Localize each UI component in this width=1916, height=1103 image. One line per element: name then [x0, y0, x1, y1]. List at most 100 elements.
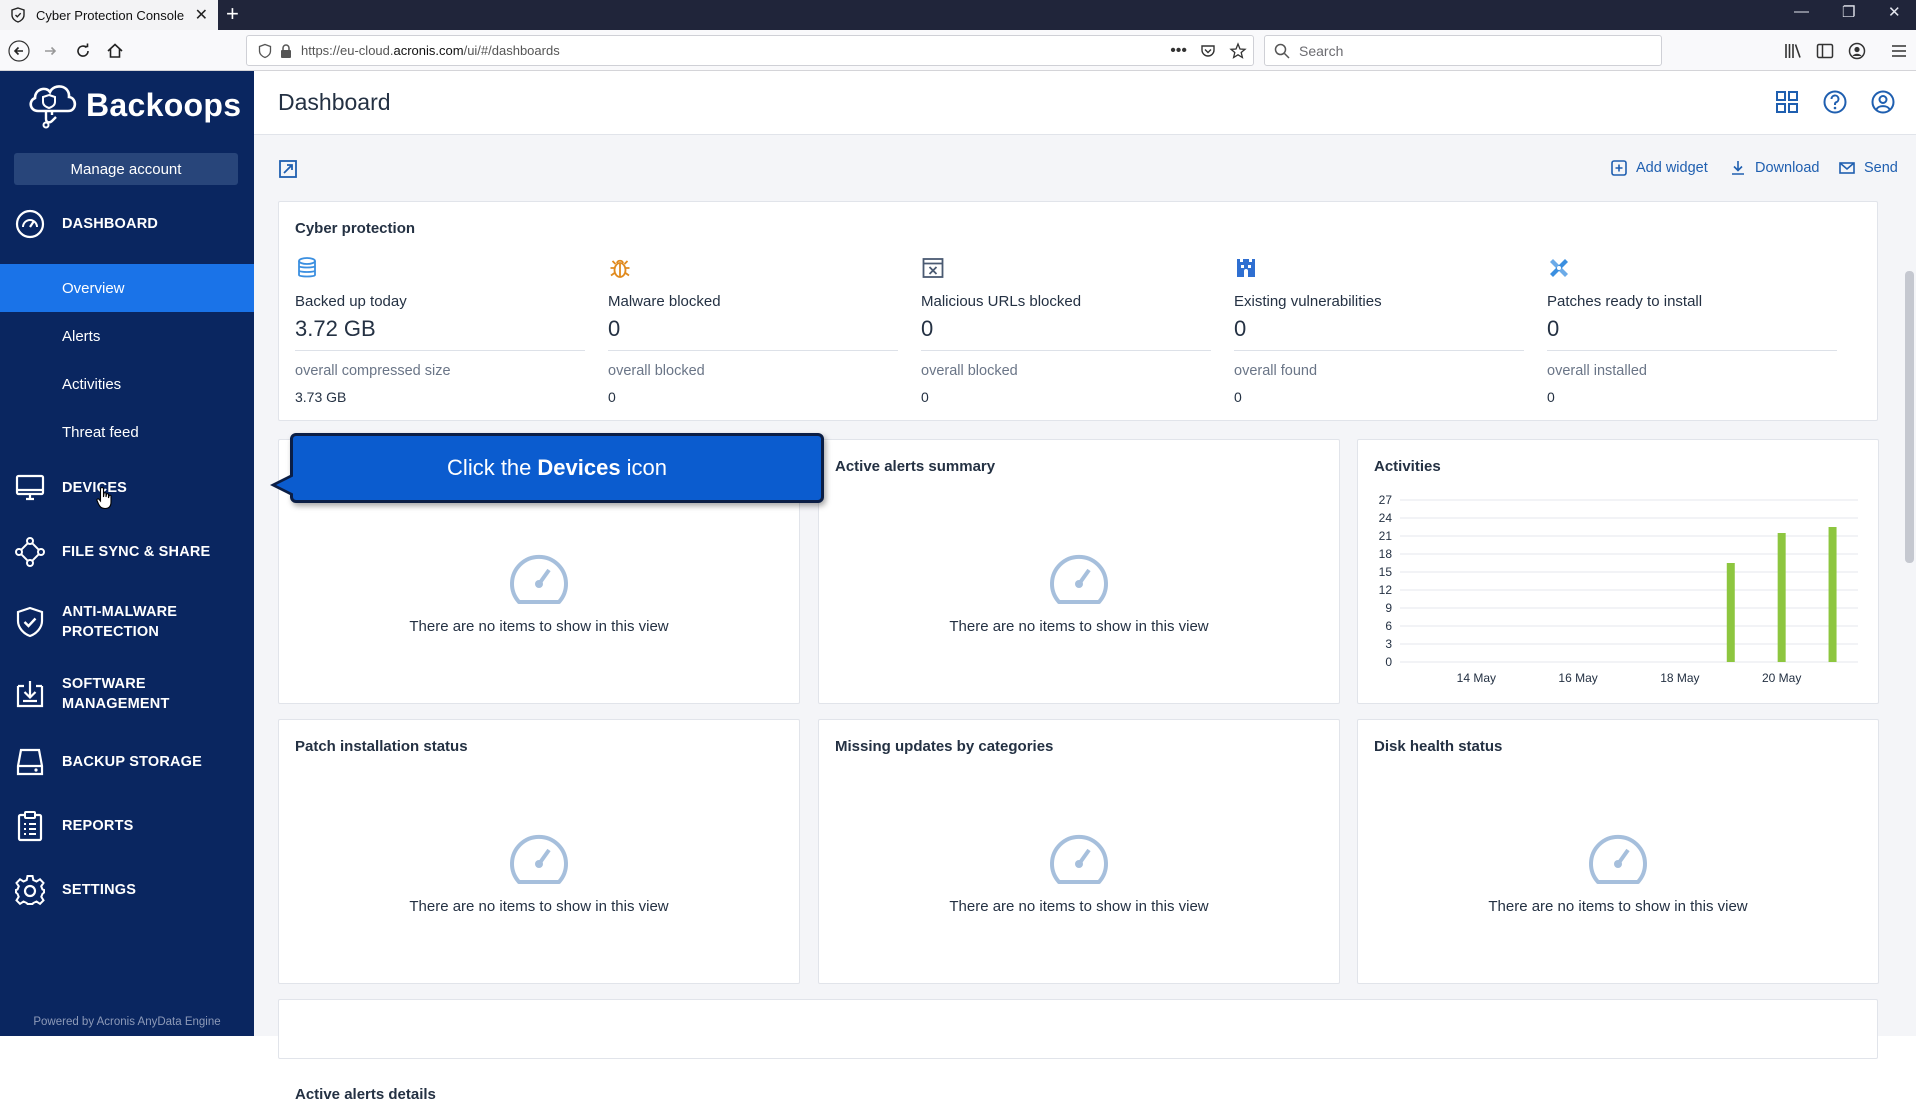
close-window-icon[interactable]: ✕ [1888, 3, 1901, 21]
sidebar-item-threat-feed[interactable]: Threat feed [0, 408, 254, 456]
stat-divider [1547, 350, 1837, 351]
stat-value: 0 [1547, 316, 1560, 341]
tracking-shield-icon[interactable] [257, 43, 273, 59]
chart-y-tick-label: 21 [1379, 529, 1393, 543]
nav-file-sync-share[interactable]: FILE SYNC & SHARE [0, 521, 254, 583]
callout-bold: Devices [537, 455, 621, 480]
nav-file-sync-label: FILE SYNC & SHARE [62, 544, 211, 560]
activities-chart[interactable]: 0 3 6 9 12 15 18 21 24 27 14 May 16 May 18 May 20 May [1358, 440, 1880, 705]
sidebar-item-activities[interactable]: Activities [0, 360, 254, 408]
library-icon[interactable] [1782, 40, 1804, 62]
bug-icon [610, 259, 630, 278]
stat-value: 0 [1234, 316, 1247, 341]
browser-nav-bar: https://eu-cloud.acronis.com/ui/#/dashbo… [0, 30, 1916, 71]
chart-bar[interactable] [1777, 533, 1786, 662]
nav-dashboard[interactable]: DASHBOARD [0, 193, 254, 255]
stat-malicious-urls[interactable]: Malicious URLs blocked 0 overall blocked… [921, 256, 1211, 405]
active-alerts-summary-title: Active alerts summary [835, 458, 996, 475]
stat-divider [921, 350, 1211, 351]
browser-tab[interactable]: Cyber Protection Console ✕ [0, 0, 218, 30]
pocket-icon[interactable] [1199, 42, 1217, 60]
nav-anti-malware[interactable]: ANTI-MALWARE PROTECTION [0, 587, 254, 657]
add-widget-button[interactable]: Add widget [1610, 159, 1708, 177]
browser-search-input[interactable] [1299, 42, 1639, 59]
stat-sub-label: overall blocked [608, 363, 705, 379]
patch-icon [1550, 259, 1568, 277]
sidebar-item-alerts[interactable]: Alerts [0, 312, 254, 360]
disk-health-title: Disk health status [1374, 738, 1503, 755]
back-arrow-icon[interactable] [8, 40, 30, 62]
stat-label: Patches ready to install [1547, 293, 1703, 310]
share-network-icon [15, 537, 45, 567]
send-button[interactable]: Send [1838, 159, 1898, 177]
new-tab-button[interactable]: + [226, 1, 239, 27]
download-label: Download [1755, 160, 1820, 176]
url-domain: acronis.com [393, 43, 464, 58]
minimize-window-icon[interactable]: — [1794, 3, 1809, 20]
bookmark-star-icon[interactable] [1229, 42, 1247, 60]
cyber-protection-card: Cyber protection Backed up today 3.72 GB… [278, 201, 1878, 421]
lock-icon[interactable] [279, 43, 293, 59]
chart-bar[interactable] [1726, 563, 1735, 662]
stat-sub-label: overall compressed size [295, 363, 451, 379]
activities-card: Activities 0 3 6 9 12 15 18 21 24 27 14 May 16 May 1… [1357, 439, 1879, 704]
scrollbar-thumb[interactable] [1905, 271, 1914, 563]
stat-vulnerabilities[interactable]: Existing vulnerabilities 0 overall found… [1234, 256, 1524, 405]
missing-updates-card: Missing updates by categories There are … [818, 719, 1340, 984]
stat-patches-ready[interactable]: Patches ready to install 0 overall insta… [1547, 256, 1837, 405]
stat-divider [1234, 350, 1524, 351]
nav-software-management[interactable]: SOFTWARE MANAGEMENT [0, 659, 254, 729]
stat-malware-blocked[interactable]: Malware blocked 0 overall blocked 0 [608, 256, 898, 405]
reload-icon[interactable] [72, 40, 94, 62]
browser-search-box[interactable] [1264, 35, 1662, 66]
chart-x-tick-label: 18 May [1660, 671, 1699, 685]
fullscreen-expand-icon[interactable] [278, 159, 298, 179]
user-profile-icon[interactable] [1870, 89, 1896, 115]
manage-account-button[interactable]: Manage account [14, 153, 238, 185]
close-tab-icon[interactable]: ✕ [195, 5, 208, 25]
nav-devices[interactable]: DEVICES [0, 457, 254, 519]
storage-drive-icon [16, 748, 44, 776]
menu-icon[interactable] [1888, 40, 1910, 62]
software-download-icon [16, 681, 44, 708]
main-scrollbar[interactable] [1902, 135, 1916, 1036]
powered-by-text: Powered by Acronis AnyData Engine [33, 1016, 221, 1028]
nav-software-label: SOFTWARE MANAGEMENT [62, 676, 170, 712]
empty-gauge-icon [1589, 834, 1647, 884]
account-icon[interactable] [1846, 40, 1868, 62]
page-actions-icon[interactable]: ••• [1170, 42, 1187, 60]
grid-view-icon[interactable] [1774, 89, 1800, 115]
home-icon[interactable] [104, 40, 126, 62]
url-text[interactable]: https://eu-cloud.acronis.com/ui/#/dashbo… [301, 43, 560, 58]
url-bar[interactable]: https://eu-cloud.acronis.com/ui/#/dashbo… [246, 35, 1254, 66]
active-alerts-details-title: Active alerts details [295, 1086, 436, 1103]
chart-x-tick-label: 20 May [1762, 671, 1801, 685]
patch-installation-title: Patch installation status [295, 738, 468, 755]
nav-settings[interactable]: SETTINGS [0, 859, 254, 921]
sidebar-toggle-icon[interactable] [1814, 40, 1836, 62]
missing-updates-title: Missing updates by categories [835, 738, 1054, 755]
stat-label: Malware blocked [608, 293, 721, 310]
forward-arrow-icon[interactable] [40, 40, 62, 62]
download-button[interactable]: Download [1729, 159, 1820, 177]
stat-sub-label: overall installed [1547, 363, 1647, 379]
stat-divider [295, 350, 585, 351]
disk-health-card: Disk health status There are no items to… [1357, 719, 1879, 984]
stat-sub-value: 0 [921, 389, 929, 405]
clipboard-report-icon [17, 811, 43, 842]
add-widget-label: Add widget [1636, 160, 1708, 176]
brand-logo[interactable]: Backoops [24, 77, 241, 133]
nav-backup-storage-label: BACKUP STORAGE [62, 754, 203, 770]
help-icon[interactable] [1822, 89, 1848, 115]
url-prefix: https://eu-cloud. [301, 43, 394, 58]
sidebar-item-overview[interactable]: Overview [0, 264, 254, 312]
empty-state: There are no items to show in this view [819, 832, 1339, 915]
cyber-protection-title: Cyber protection [295, 220, 416, 237]
chart-bar[interactable] [1828, 527, 1837, 662]
stat-backed-up[interactable]: Backed up today 3.72 GB overall compress… [295, 256, 585, 405]
restore-window-icon[interactable]: ❐ [1842, 3, 1855, 21]
nav-reports[interactable]: REPORTS [0, 795, 254, 857]
stat-divider [608, 350, 898, 351]
browser-tab-bar: Cyber Protection Console ✕ + — ❐ ✕ [0, 0, 1916, 30]
nav-backup-storage[interactable]: BACKUP STORAGE [0, 731, 254, 793]
